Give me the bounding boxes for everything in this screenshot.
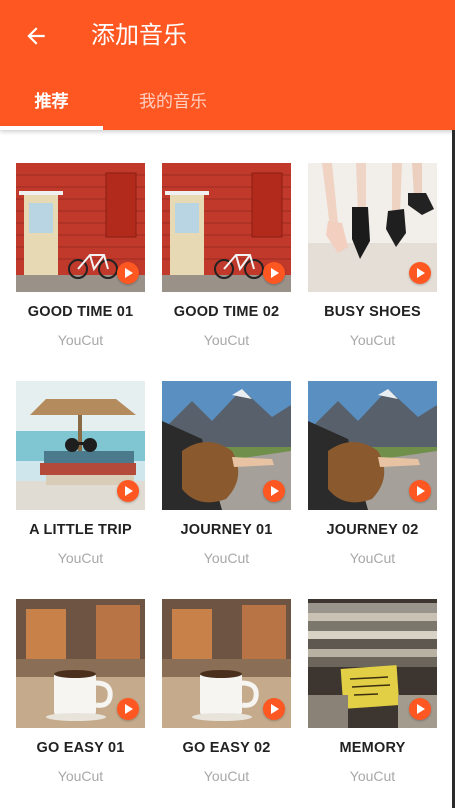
play-button[interactable] (409, 698, 431, 720)
music-card[interactable]: GO EASY 02 YouCut (162, 599, 291, 784)
app-bar: 添加音乐 推荐 我的音乐 (0, 0, 455, 130)
play-icon (125, 486, 133, 496)
tab-indicator (0, 126, 103, 130)
track-author: YouCut (203, 550, 250, 566)
music-card[interactable]: BUSY SHOES YouCut (308, 163, 437, 348)
play-icon (417, 268, 425, 278)
play-icon (125, 268, 133, 278)
play-button[interactable] (263, 698, 285, 720)
music-card[interactable]: MEMORY YouCut (308, 599, 437, 784)
back-button[interactable] (18, 18, 54, 54)
track-author: YouCut (203, 768, 250, 784)
arrow-left-icon (27, 27, 45, 45)
track-thumbnail[interactable] (162, 599, 291, 728)
track-thumbnail[interactable] (16, 163, 145, 292)
play-icon (271, 704, 279, 714)
track-thumbnail[interactable] (16, 599, 145, 728)
track-author: YouCut (57, 550, 104, 566)
track-thumbnail[interactable] (162, 381, 291, 510)
track-author: YouCut (349, 768, 396, 784)
track-thumbnail[interactable] (308, 163, 437, 292)
track-title: GO EASY 02 (182, 740, 271, 756)
play-button[interactable] (117, 262, 139, 284)
play-icon (271, 268, 279, 278)
music-card[interactable]: GOOD TIME 02 YouCut (162, 163, 291, 348)
tab-my-music[interactable]: 我的音乐 (103, 84, 243, 120)
track-thumbnail[interactable] (162, 163, 291, 292)
play-button[interactable] (409, 262, 431, 284)
music-card[interactable]: GO EASY 01 YouCut (16, 599, 145, 784)
music-card[interactable]: GOOD TIME 01 YouCut (16, 163, 145, 348)
play-button[interactable] (409, 480, 431, 502)
track-thumbnail[interactable] (308, 381, 437, 510)
music-card[interactable]: A LITTLE TRIP YouCut (16, 381, 145, 566)
track-author: YouCut (349, 332, 396, 348)
track-author: YouCut (57, 332, 104, 348)
play-button[interactable] (117, 480, 139, 502)
track-author: YouCut (57, 768, 104, 784)
track-thumbnail[interactable] (16, 381, 145, 510)
play-icon (417, 486, 425, 496)
music-grid: GOOD TIME 01 YouCut GOOD TIME 02 YouCut … (16, 163, 438, 784)
play-icon (271, 486, 279, 496)
track-title: A LITTLE TRIP (29, 522, 132, 538)
play-button[interactable] (117, 698, 139, 720)
track-title: GOOD TIME 01 (27, 304, 134, 320)
track-author: YouCut (203, 332, 250, 348)
track-thumbnail[interactable] (308, 599, 437, 728)
play-button[interactable] (263, 480, 285, 502)
track-title: JOURNEY 02 (326, 522, 419, 538)
track-title: JOURNEY 01 (180, 522, 273, 538)
page-title: 添加音乐 (91, 22, 187, 49)
track-title: MEMORY (339, 740, 406, 756)
music-card[interactable]: JOURNEY 02 YouCut (308, 381, 437, 566)
track-author: YouCut (349, 550, 396, 566)
track-title: GOOD TIME 02 (173, 304, 280, 320)
tab-recommended[interactable]: 推荐 (0, 84, 103, 120)
track-title: BUSY SHOES (324, 304, 421, 320)
play-icon (125, 704, 133, 714)
track-title: GO EASY 01 (36, 740, 125, 756)
play-icon (417, 704, 425, 714)
play-button[interactable] (263, 262, 285, 284)
music-card[interactable]: JOURNEY 01 YouCut (162, 381, 291, 566)
